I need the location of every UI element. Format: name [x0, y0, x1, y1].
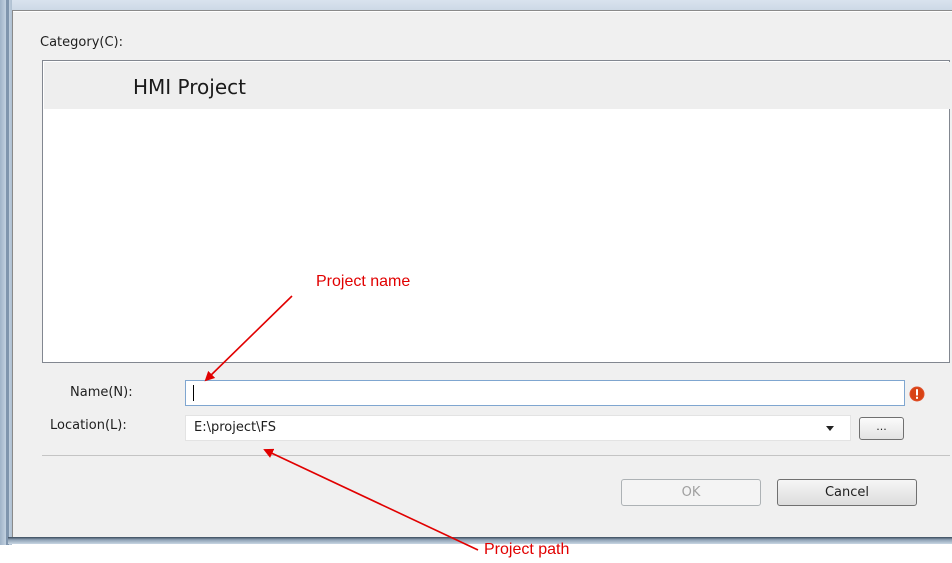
project-name-input[interactable] — [185, 380, 905, 406]
category-item-label: HMI Project — [133, 75, 246, 99]
annotation-project-path: Project path — [484, 541, 570, 558]
category-list[interactable]: HMI Project — [42, 60, 950, 363]
location-label: Location(L): — [50, 418, 127, 433]
category-item-hmi-project[interactable]: HMI Project — [44, 62, 950, 109]
category-label: Category(C): — [40, 35, 123, 50]
text-caret — [193, 385, 194, 401]
annotation-project-name: Project name — [316, 273, 411, 290]
name-label: Name(N): — [70, 385, 133, 400]
divider — [42, 455, 950, 456]
chevron-down-icon[interactable] — [826, 426, 834, 431]
location-value: E:\project\FS — [194, 420, 276, 435]
location-combobox[interactable]: E:\project\FS — [185, 415, 851, 441]
browse-button[interactable]: ... — [859, 417, 904, 440]
ok-button[interactable]: OK — [621, 479, 761, 506]
window-left-border — [0, 0, 12, 545]
error-icon — [909, 386, 925, 402]
window-bottom-edge — [8, 537, 952, 544]
cancel-button[interactable]: Cancel — [777, 479, 917, 506]
